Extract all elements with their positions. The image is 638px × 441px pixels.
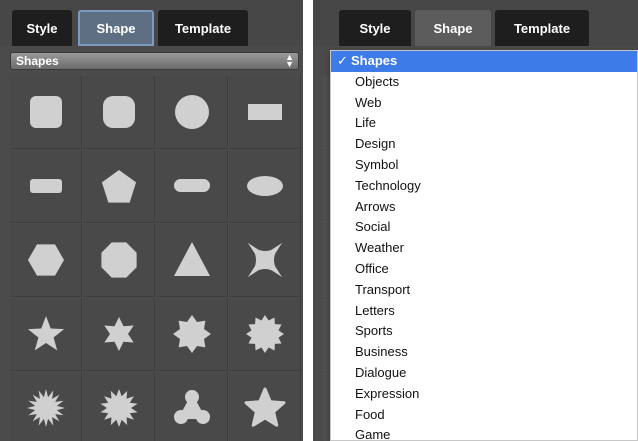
dropdown-item[interactable]: Objects xyxy=(331,72,637,93)
shape-cell[interactable] xyxy=(156,76,228,149)
dropdown-item[interactable]: Dialogue xyxy=(331,363,637,384)
tab-bar-right: Style Shape Template xyxy=(313,0,638,46)
dropdown-item-label: Office xyxy=(355,261,389,276)
dropdown-item-label: Business xyxy=(355,344,408,360)
dropdown-item[interactable]: Technology xyxy=(331,176,637,197)
shape-cell[interactable] xyxy=(10,224,82,297)
tab-template-right[interactable]: Template xyxy=(495,10,589,46)
hexagon-icon xyxy=(27,244,64,276)
shape-cell[interactable] xyxy=(83,224,155,297)
star-8-icon xyxy=(172,315,211,353)
dropdown-item[interactable]: Office xyxy=(331,259,637,280)
dropdown-item[interactable]: Web xyxy=(331,93,637,114)
left-shape-panel: Style Shape Template Shapes ▲ ▼ xyxy=(0,0,303,441)
category-select[interactable]: Shapes ▲ ▼ xyxy=(10,52,299,70)
dropdown-item[interactable]: Game xyxy=(331,425,637,441)
dropdown-item-label: Technology xyxy=(355,177,421,193)
dropdown-item-label: Design xyxy=(355,136,396,152)
dropdown-item[interactable]: Symbol xyxy=(331,155,637,176)
star-6-icon xyxy=(103,317,134,351)
dropdown-item[interactable]: Social xyxy=(331,217,637,238)
rounded-star-icon xyxy=(244,387,285,427)
dropdown-item-label: Symbol xyxy=(355,157,399,172)
pill-icon xyxy=(173,179,210,192)
star-5-icon xyxy=(27,316,64,351)
dropdown-item[interactable]: Life xyxy=(331,113,637,134)
dropdown-item[interactable]: Arrows xyxy=(331,197,637,218)
dropdown-item-label: Objects xyxy=(355,73,400,89)
tab-style-right[interactable]: Style xyxy=(339,10,411,46)
select-arrows-icon: ▲ ▼ xyxy=(285,52,294,69)
shape-cell[interactable] xyxy=(229,150,301,223)
starburst-icon xyxy=(26,389,65,427)
shape-cell[interactable] xyxy=(10,76,82,149)
dropdown-item[interactable]: Weather xyxy=(331,238,637,259)
dropdown-item[interactable]: Sports xyxy=(331,321,637,342)
dropdown-item-label: Expression xyxy=(355,385,420,401)
category-select-value: Shapes xyxy=(16,54,59,68)
pentagon-icon xyxy=(101,170,136,203)
shape-cell[interactable] xyxy=(83,76,155,149)
tab-shape[interactable]: Shape xyxy=(78,10,154,46)
octagon-icon xyxy=(100,242,137,278)
shape-cell[interactable] xyxy=(156,150,228,223)
shape-cell[interactable] xyxy=(83,372,155,441)
dropdown-item-label: Shapes xyxy=(351,53,398,68)
shape-cell[interactable] xyxy=(229,224,301,297)
shape-cell[interactable] xyxy=(10,298,82,371)
dropdown-item-label: Web xyxy=(355,94,382,110)
dropdown-item[interactable]: Food xyxy=(331,405,637,426)
tab-bar: Style Shape Template xyxy=(0,0,303,46)
ellipse-icon xyxy=(246,176,283,196)
tab-shape-right[interactable]: Shape xyxy=(415,10,491,46)
circle-icon xyxy=(174,95,209,129)
dropdown-item[interactable]: Business xyxy=(331,342,637,363)
rectangle-icon xyxy=(247,104,282,120)
dropdown-item-label: Letters xyxy=(355,302,395,318)
shape-cell[interactable] xyxy=(229,76,301,149)
rounded-square-large-icon xyxy=(102,96,135,128)
shape-cell[interactable] xyxy=(10,372,82,441)
dropdown-item-label: Life xyxy=(355,115,376,131)
rounded-square-icon xyxy=(29,96,62,128)
dropdown-item[interactable]: Expression xyxy=(331,384,637,405)
dropdown-item-label: Food xyxy=(355,406,385,422)
shape-cell[interactable] xyxy=(10,150,82,223)
category-dropdown-menu: ✓ Shapes Objects Web Life Design Symbol Technol… xyxy=(330,50,638,441)
shape-grid xyxy=(10,76,302,441)
dropdown-item-selected[interactable]: ✓ Shapes xyxy=(331,51,637,72)
shape-cell[interactable] xyxy=(83,150,155,223)
shape-cell[interactable] xyxy=(156,298,228,371)
dropdown-item-label: Social xyxy=(355,219,391,235)
shape-cell[interactable] xyxy=(83,298,155,371)
shape-cell[interactable] xyxy=(156,372,228,441)
screenshot-stage: Style Shape Template Shapes ▲ ▼ Style Sha… xyxy=(0,0,638,441)
tab-style[interactable]: Style xyxy=(12,10,72,46)
dropdown-item[interactable]: Letters xyxy=(331,301,637,322)
starburst-2-icon xyxy=(100,389,137,427)
dropdown-item-label: Arrows xyxy=(355,198,396,214)
dropdown-item[interactable]: Transport xyxy=(331,280,637,301)
pill-small-icon xyxy=(29,179,62,193)
dropdown-item-label: Transport xyxy=(355,281,411,297)
tab-template[interactable]: Template xyxy=(158,10,248,46)
shape-cell[interactable] xyxy=(229,298,301,371)
dropdown-item[interactable]: Design xyxy=(331,134,637,155)
trefoil-icon xyxy=(173,390,210,424)
checkmark-icon: ✓ xyxy=(337,53,348,68)
concave-star-icon xyxy=(246,242,283,278)
star-12-icon xyxy=(245,315,284,353)
dropdown-item-label: Weather xyxy=(355,240,404,256)
triangle-icon xyxy=(173,242,210,276)
dropdown-item-label: Dialogue xyxy=(355,365,407,380)
shape-cell[interactable] xyxy=(229,372,301,441)
dropdown-item-label: Sports xyxy=(355,323,393,339)
dropdown-item-label: Game xyxy=(355,427,391,441)
shape-cell[interactable] xyxy=(156,224,228,297)
